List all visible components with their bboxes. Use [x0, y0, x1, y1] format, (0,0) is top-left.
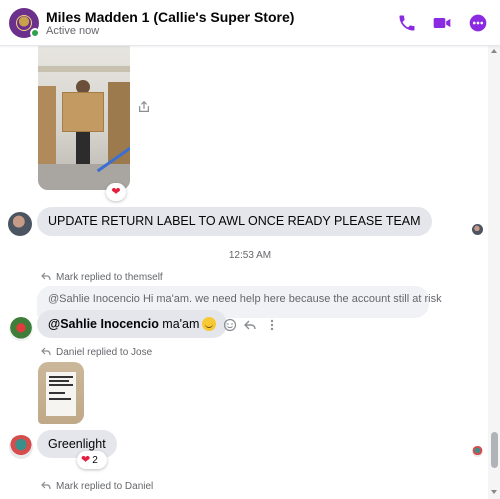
timestamp: 12:53 AM [228, 250, 272, 261]
video-call-icon[interactable] [432, 13, 452, 33]
scrollbar-thumb[interactable] [491, 432, 498, 468]
reply-arrow-icon [41, 347, 51, 356]
reply-icon[interactable] [243, 318, 257, 332]
reaction-count: 2 [92, 455, 98, 466]
active-status: Active now [46, 25, 100, 37]
react-icon[interactable] [223, 318, 237, 332]
share-icon[interactable] [137, 100, 151, 114]
sender-avatar[interactable] [9, 435, 33, 459]
more-actions-icon[interactable] [265, 318, 279, 332]
message-bubble[interactable]: UPDATE RETURN LABEL TO AWL ONCE READY PL… [37, 207, 432, 236]
warehouse-photo[interactable] [38, 46, 130, 190]
reply-arrow-icon [41, 272, 51, 281]
scroll-up-icon[interactable] [491, 49, 497, 53]
message-list[interactable]: ❤ UPDATE RETURN LABEL TO AWL ONCE READY … [0, 46, 500, 499]
more-options-icon[interactable] [468, 13, 488, 33]
online-status-dot [30, 28, 40, 38]
seen-avatar [472, 224, 483, 235]
chat-header: Miles Madden 1 (Callie's Super Store) Ac… [0, 0, 500, 46]
seen-avatar [472, 446, 483, 457]
reply-indicator: Mark replied to Daniel [41, 481, 153, 492]
reply-indicator-text: Mark replied to themself [56, 272, 163, 283]
message-text: ma'am [158, 317, 200, 331]
heart-icon: ❤ [81, 454, 91, 466]
reaction-badge[interactable]: ❤ 2 [77, 451, 107, 469]
scrollbar[interactable] [488, 46, 500, 499]
phone-icon[interactable] [397, 13, 417, 33]
reply-arrow-icon [41, 481, 51, 490]
sender-avatar[interactable] [9, 317, 33, 341]
message-bubble[interactable]: @Sahlie Inocencio ma'am [37, 310, 228, 338]
user-mention[interactable]: @Sahlie Inocencio [48, 317, 159, 331]
reply-indicator: Mark replied to themself [41, 272, 163, 283]
conversation-title[interactable]: Miles Madden 1 (Callie's Super Store) [46, 9, 294, 25]
reply-indicator-text: Daniel replied to Jose [56, 347, 153, 358]
sender-avatar[interactable] [8, 212, 32, 236]
heart-reaction-icon[interactable]: ❤ [106, 183, 126, 201]
smiley-emoji-icon [202, 317, 217, 331]
reply-indicator: Daniel replied to Jose [41, 347, 152, 358]
reply-indicator-text: Mark replied to Daniel [56, 481, 154, 492]
scroll-down-icon[interactable] [491, 490, 497, 494]
shipping-label-photo[interactable] [38, 362, 84, 424]
